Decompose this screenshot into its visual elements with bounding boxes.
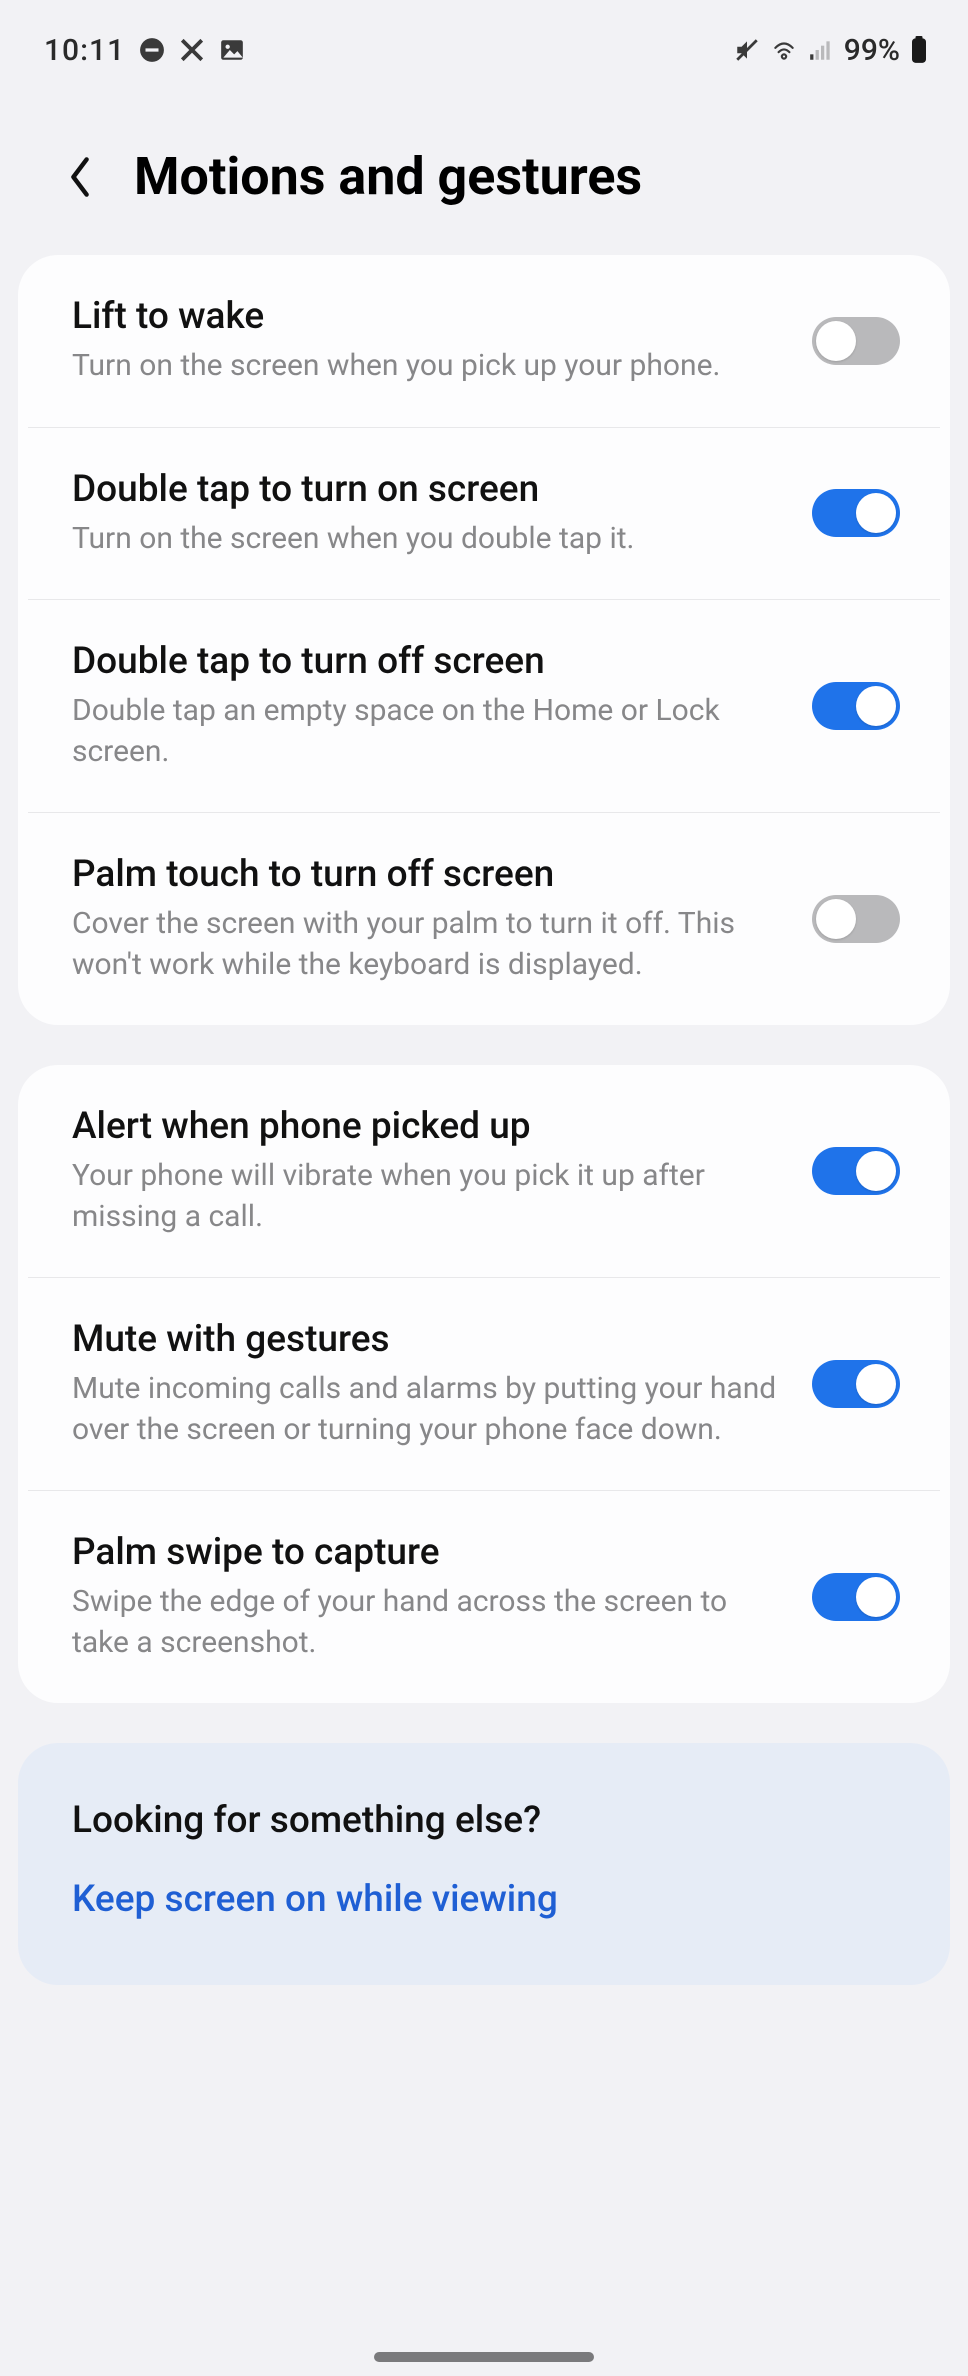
- footer-link-keep-screen-on[interactable]: Keep screen on while viewing: [72, 1878, 558, 1921]
- toggle-mute-gestures[interactable]: [812, 1360, 900, 1408]
- toggle-palm-touch-off[interactable]: [812, 895, 900, 943]
- setting-lift-to-wake[interactable]: Lift to wake Turn on the screen when you…: [18, 255, 950, 427]
- toggle-double-tap-on[interactable]: [812, 489, 900, 537]
- page-header: Motions and gestures: [0, 90, 968, 255]
- row-title: Double tap to turn off screen: [72, 640, 782, 683]
- status-time: 10:11: [44, 33, 125, 68]
- row-subtitle: Cover the screen with your palm to turn …: [72, 904, 782, 985]
- toggle-double-tap-off[interactable]: [812, 682, 900, 730]
- setting-double-tap-on[interactable]: Double tap to turn on screen Turn on the…: [28, 427, 940, 600]
- setting-mute-gestures[interactable]: Mute with gestures Mute incoming calls a…: [28, 1277, 940, 1490]
- settings-group-1: Alert when phone picked up Your phone wi…: [18, 1065, 950, 1703]
- row-title: Lift to wake: [72, 295, 782, 338]
- row-text: Alert when phone picked up Your phone wi…: [72, 1105, 782, 1237]
- row-text: Lift to wake Turn on the screen when you…: [72, 295, 782, 387]
- row-title: Palm swipe to capture: [72, 1531, 782, 1574]
- row-title: Double tap to turn on screen: [72, 468, 782, 511]
- setting-alert-pickup[interactable]: Alert when phone picked up Your phone wi…: [18, 1065, 950, 1277]
- wifi-icon: [770, 37, 798, 63]
- row-subtitle: Turn on the screen when you double tap i…: [72, 519, 782, 560]
- settings-group-0: Lift to wake Turn on the screen when you…: [18, 255, 950, 1025]
- row-subtitle: Mute incoming calls and alarms by puttin…: [72, 1369, 782, 1450]
- row-title: Alert when phone picked up: [72, 1105, 782, 1148]
- row-title: Palm touch to turn off screen: [72, 853, 782, 896]
- setting-double-tap-off[interactable]: Double tap to turn off screen Double tap…: [28, 599, 940, 812]
- row-text: Double tap to turn off screen Double tap…: [72, 640, 782, 772]
- row-text: Mute with gestures Mute incoming calls a…: [72, 1318, 782, 1450]
- signal-icon: [808, 37, 834, 63]
- row-title: Mute with gestures: [72, 1318, 782, 1361]
- chevron-left-icon: [66, 155, 94, 199]
- image-icon: [219, 37, 245, 63]
- status-right: 99%: [734, 33, 928, 68]
- row-text: Palm touch to turn off screen Cover the …: [72, 853, 782, 985]
- row-subtitle: Double tap an empty space on the Home or…: [72, 691, 782, 772]
- toggle-lift-to-wake[interactable]: [812, 317, 900, 365]
- row-text: Double tap to turn on screen Turn on the…: [72, 468, 782, 560]
- battery-icon: [910, 36, 928, 64]
- battery-text: 99%: [844, 33, 900, 68]
- page-title: Motions and gestures: [134, 146, 642, 207]
- toggle-alert-pickup[interactable]: [812, 1147, 900, 1195]
- row-subtitle: Your phone will vibrate when you pick it…: [72, 1156, 782, 1237]
- row-subtitle: Turn on the screen when you pick up your…: [72, 346, 782, 387]
- toggle-palm-swipe[interactable]: [812, 1573, 900, 1621]
- row-subtitle: Swipe the edge of your hand across the s…: [72, 1582, 782, 1663]
- dnd-icon: [139, 37, 165, 63]
- nav-handle[interactable]: [374, 2352, 594, 2362]
- footer-heading: Looking for something else?: [72, 1799, 896, 1842]
- setting-palm-touch-off[interactable]: Palm touch to turn off screen Cover the …: [28, 812, 940, 1025]
- footer-card: Looking for something else? Keep screen …: [18, 1743, 950, 1985]
- mute-icon: [734, 37, 760, 63]
- status-left: 10:11: [44, 33, 245, 68]
- status-bar: 10:11 99%: [0, 0, 968, 90]
- back-button[interactable]: [56, 153, 104, 201]
- setting-palm-swipe[interactable]: Palm swipe to capture Swipe the edge of …: [28, 1490, 940, 1703]
- row-text: Palm swipe to capture Swipe the edge of …: [72, 1531, 782, 1663]
- x-app-icon: [179, 37, 205, 63]
